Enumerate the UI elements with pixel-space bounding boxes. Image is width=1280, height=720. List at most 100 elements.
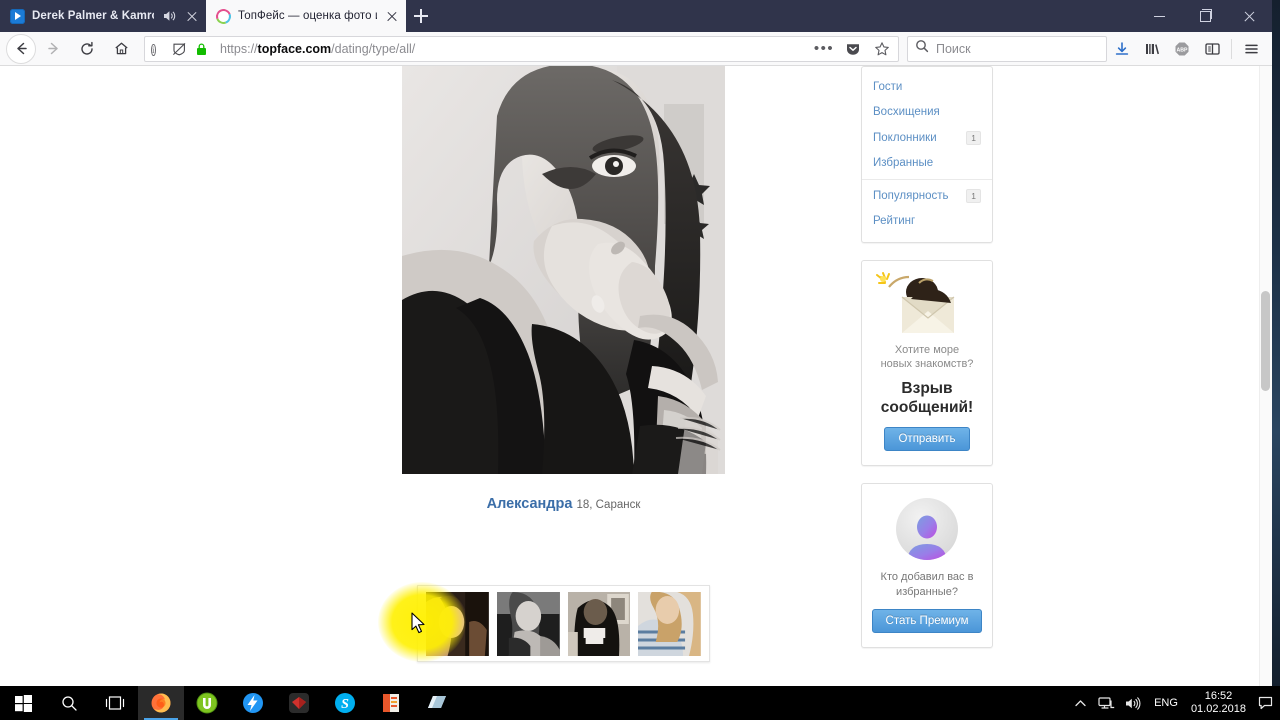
profile-photo[interactable] bbox=[402, 66, 725, 474]
promo-title: Взрыв сообщений! bbox=[870, 379, 984, 418]
network-icon[interactable] bbox=[1093, 686, 1119, 720]
taskbar-explorer-icon[interactable] bbox=[414, 686, 460, 720]
close-tab-icon[interactable] bbox=[384, 8, 400, 24]
reload-icon[interactable] bbox=[70, 34, 104, 64]
topface-page: Александра 18, Саранск Гости Восхищения … bbox=[0, 66, 1259, 686]
premium-text: Кто добавил вас в избранные? bbox=[870, 570, 984, 599]
promo-title-line1: Взрыв bbox=[901, 379, 953, 397]
sidebar-divider bbox=[862, 179, 992, 180]
search-icon bbox=[915, 39, 929, 58]
thumbnail-2[interactable] bbox=[496, 591, 560, 656]
adblock-icon[interactable]: ABP bbox=[1167, 35, 1197, 63]
sidebar-item-admirations[interactable]: Восхищения bbox=[862, 100, 992, 126]
search-bar[interactable]: Поиск bbox=[907, 35, 1107, 62]
pocket-icon[interactable] bbox=[841, 37, 865, 61]
user-avatar-icon bbox=[896, 498, 958, 561]
show-hidden-icons-icon[interactable] bbox=[1067, 686, 1093, 720]
volume-icon[interactable] bbox=[1119, 686, 1145, 720]
send-button[interactable]: Отправить bbox=[884, 427, 970, 452]
promo-subtitle: Хотите море новых знакомств? bbox=[870, 343, 984, 372]
downloads-icon[interactable] bbox=[1107, 35, 1137, 63]
maximize-icon[interactable] bbox=[1182, 0, 1227, 32]
profile-name[interactable]: Александра bbox=[487, 496, 573, 512]
windows-taskbar: S ENG 16:52 01.02.2018 bbox=[0, 686, 1280, 720]
thumbnail-4[interactable] bbox=[638, 591, 701, 656]
sidebar-icon[interactable] bbox=[1197, 35, 1227, 63]
padlock-icon[interactable] bbox=[195, 40, 213, 58]
sidebar-item-badge: 1 bbox=[966, 188, 981, 203]
taskbar-search-icon[interactable] bbox=[46, 686, 92, 720]
tab-title: ТопФейс — оценка фото и зна bbox=[238, 10, 377, 22]
tab-strip: Derek Palmer & Kamron Sch ТопФейс — оцен… bbox=[0, 0, 1272, 32]
svg-text:S: S bbox=[341, 697, 349, 712]
browser-tab-active[interactable]: ТопФейс — оценка фото и зна bbox=[206, 0, 406, 32]
system-tray: ENG 16:52 01.02.2018 bbox=[1067, 686, 1280, 720]
taskbar-fdm-icon[interactable] bbox=[230, 686, 276, 720]
sidebar-item-rating[interactable]: Рейтинг bbox=[862, 209, 992, 235]
page-scrollbar[interactable] bbox=[1259, 66, 1272, 686]
bomb-envelope-icon bbox=[870, 271, 984, 337]
forward-arrow-icon[interactable] bbox=[36, 34, 70, 64]
windows-start-icon[interactable] bbox=[0, 686, 46, 720]
speaker-icon[interactable] bbox=[161, 8, 177, 24]
close-window-icon[interactable] bbox=[1227, 0, 1272, 32]
close-tab-icon[interactable] bbox=[184, 8, 200, 24]
sidebar-item-popularity[interactable]: Популярность 1 bbox=[862, 183, 992, 209]
firefox-browser-window: Derek Palmer & Kamron Sch ТопФейс — оцен… bbox=[0, 0, 1272, 686]
scrollbar-thumb[interactable] bbox=[1261, 291, 1270, 391]
sidebar-item-label: Рейтинг bbox=[873, 215, 916, 228]
become-premium-button[interactable]: Стать Премиум bbox=[871, 608, 983, 633]
premium-text-line2: избранные? bbox=[896, 585, 958, 598]
taskbar-utorrent-icon[interactable] bbox=[184, 686, 230, 720]
promo-subtitle-line1: Хотите море bbox=[894, 344, 960, 356]
photo-thumbnail-strip bbox=[417, 585, 710, 662]
task-view-icon[interactable] bbox=[92, 686, 138, 720]
star-icon[interactable] bbox=[870, 37, 894, 61]
info-icon[interactable]: i bbox=[149, 40, 167, 58]
clock-date: 01.02.2018 bbox=[1190, 703, 1246, 715]
toolbar-separator bbox=[1231, 38, 1232, 59]
sidebar-item-guests[interactable]: Гости bbox=[862, 74, 992, 100]
taskbar-skype-icon[interactable]: S bbox=[322, 686, 368, 720]
language-indicator[interactable]: ENG bbox=[1145, 697, 1187, 709]
svg-text:ABP: ABP bbox=[1177, 47, 1188, 53]
sidebar-item-badge: 1 bbox=[966, 130, 981, 145]
tab-title: Derek Palmer & Kamron Sch bbox=[32, 10, 154, 22]
url-text: https://topface.com/dating/type/all/ bbox=[220, 41, 416, 56]
sidebar-item-label: Поклонники bbox=[873, 131, 937, 144]
back-arrow-icon[interactable] bbox=[6, 33, 36, 64]
hamburger-menu-icon[interactable] bbox=[1236, 35, 1266, 63]
library-icon[interactable] bbox=[1137, 35, 1167, 63]
clock[interactable]: 16:52 01.02.2018 bbox=[1187, 690, 1254, 717]
search-input[interactable]: Поиск bbox=[936, 42, 971, 56]
new-tab-button[interactable] bbox=[406, 0, 436, 32]
profile-age-city: 18, Саранск bbox=[576, 499, 641, 511]
profile-meta: Александра 18, Саранск bbox=[402, 474, 725, 512]
browser-tab-inactive[interactable]: Derek Palmer & Kamron Sch bbox=[0, 0, 206, 32]
promo-subtitle-line2: новых знакомств? bbox=[880, 358, 974, 371]
taskbar-firefox-icon[interactable] bbox=[138, 686, 184, 720]
taskbar-ruby-icon[interactable] bbox=[276, 686, 322, 720]
url-bar[interactable]: i https://topface.com/dating/type/all/ •… bbox=[144, 35, 899, 62]
thumbnail-3[interactable] bbox=[567, 591, 631, 656]
minimize-icon[interactable] bbox=[1137, 0, 1182, 32]
sidebar-item-label: Восхищения bbox=[873, 106, 940, 119]
promo-title-line2: сообщений! bbox=[880, 398, 974, 416]
sidebar-item-favorites[interactable]: Избранные bbox=[862, 151, 992, 177]
taskbar-office-icon[interactable] bbox=[368, 686, 414, 720]
premium-text-line1: Кто добавил вас в bbox=[880, 571, 974, 584]
home-icon[interactable] bbox=[104, 34, 138, 64]
thumbnail-1[interactable] bbox=[426, 591, 489, 656]
ellipsis-icon[interactable]: ••• bbox=[812, 37, 836, 61]
play-icon bbox=[10, 8, 25, 24]
promo-card: Хотите море новых знакомств? Взрыв сообщ… bbox=[861, 260, 993, 467]
shield-crossed-icon[interactable] bbox=[172, 40, 190, 58]
profile-column: Александра 18, Саранск bbox=[402, 66, 725, 512]
page-sidebar: Гости Восхищения Поклонники 1 Избранные … bbox=[861, 66, 993, 648]
sidebar-item-fans[interactable]: Поклонники 1 bbox=[862, 125, 992, 151]
topface-icon bbox=[213, 6, 234, 26]
page-viewport: Александра 18, Саранск Гости Восхищения … bbox=[0, 66, 1272, 686]
premium-card: Кто добавил вас в избранные? Стать Преми… bbox=[861, 483, 993, 648]
action-center-icon[interactable] bbox=[1254, 686, 1276, 720]
sidebar-item-label: Избранные bbox=[873, 157, 934, 170]
